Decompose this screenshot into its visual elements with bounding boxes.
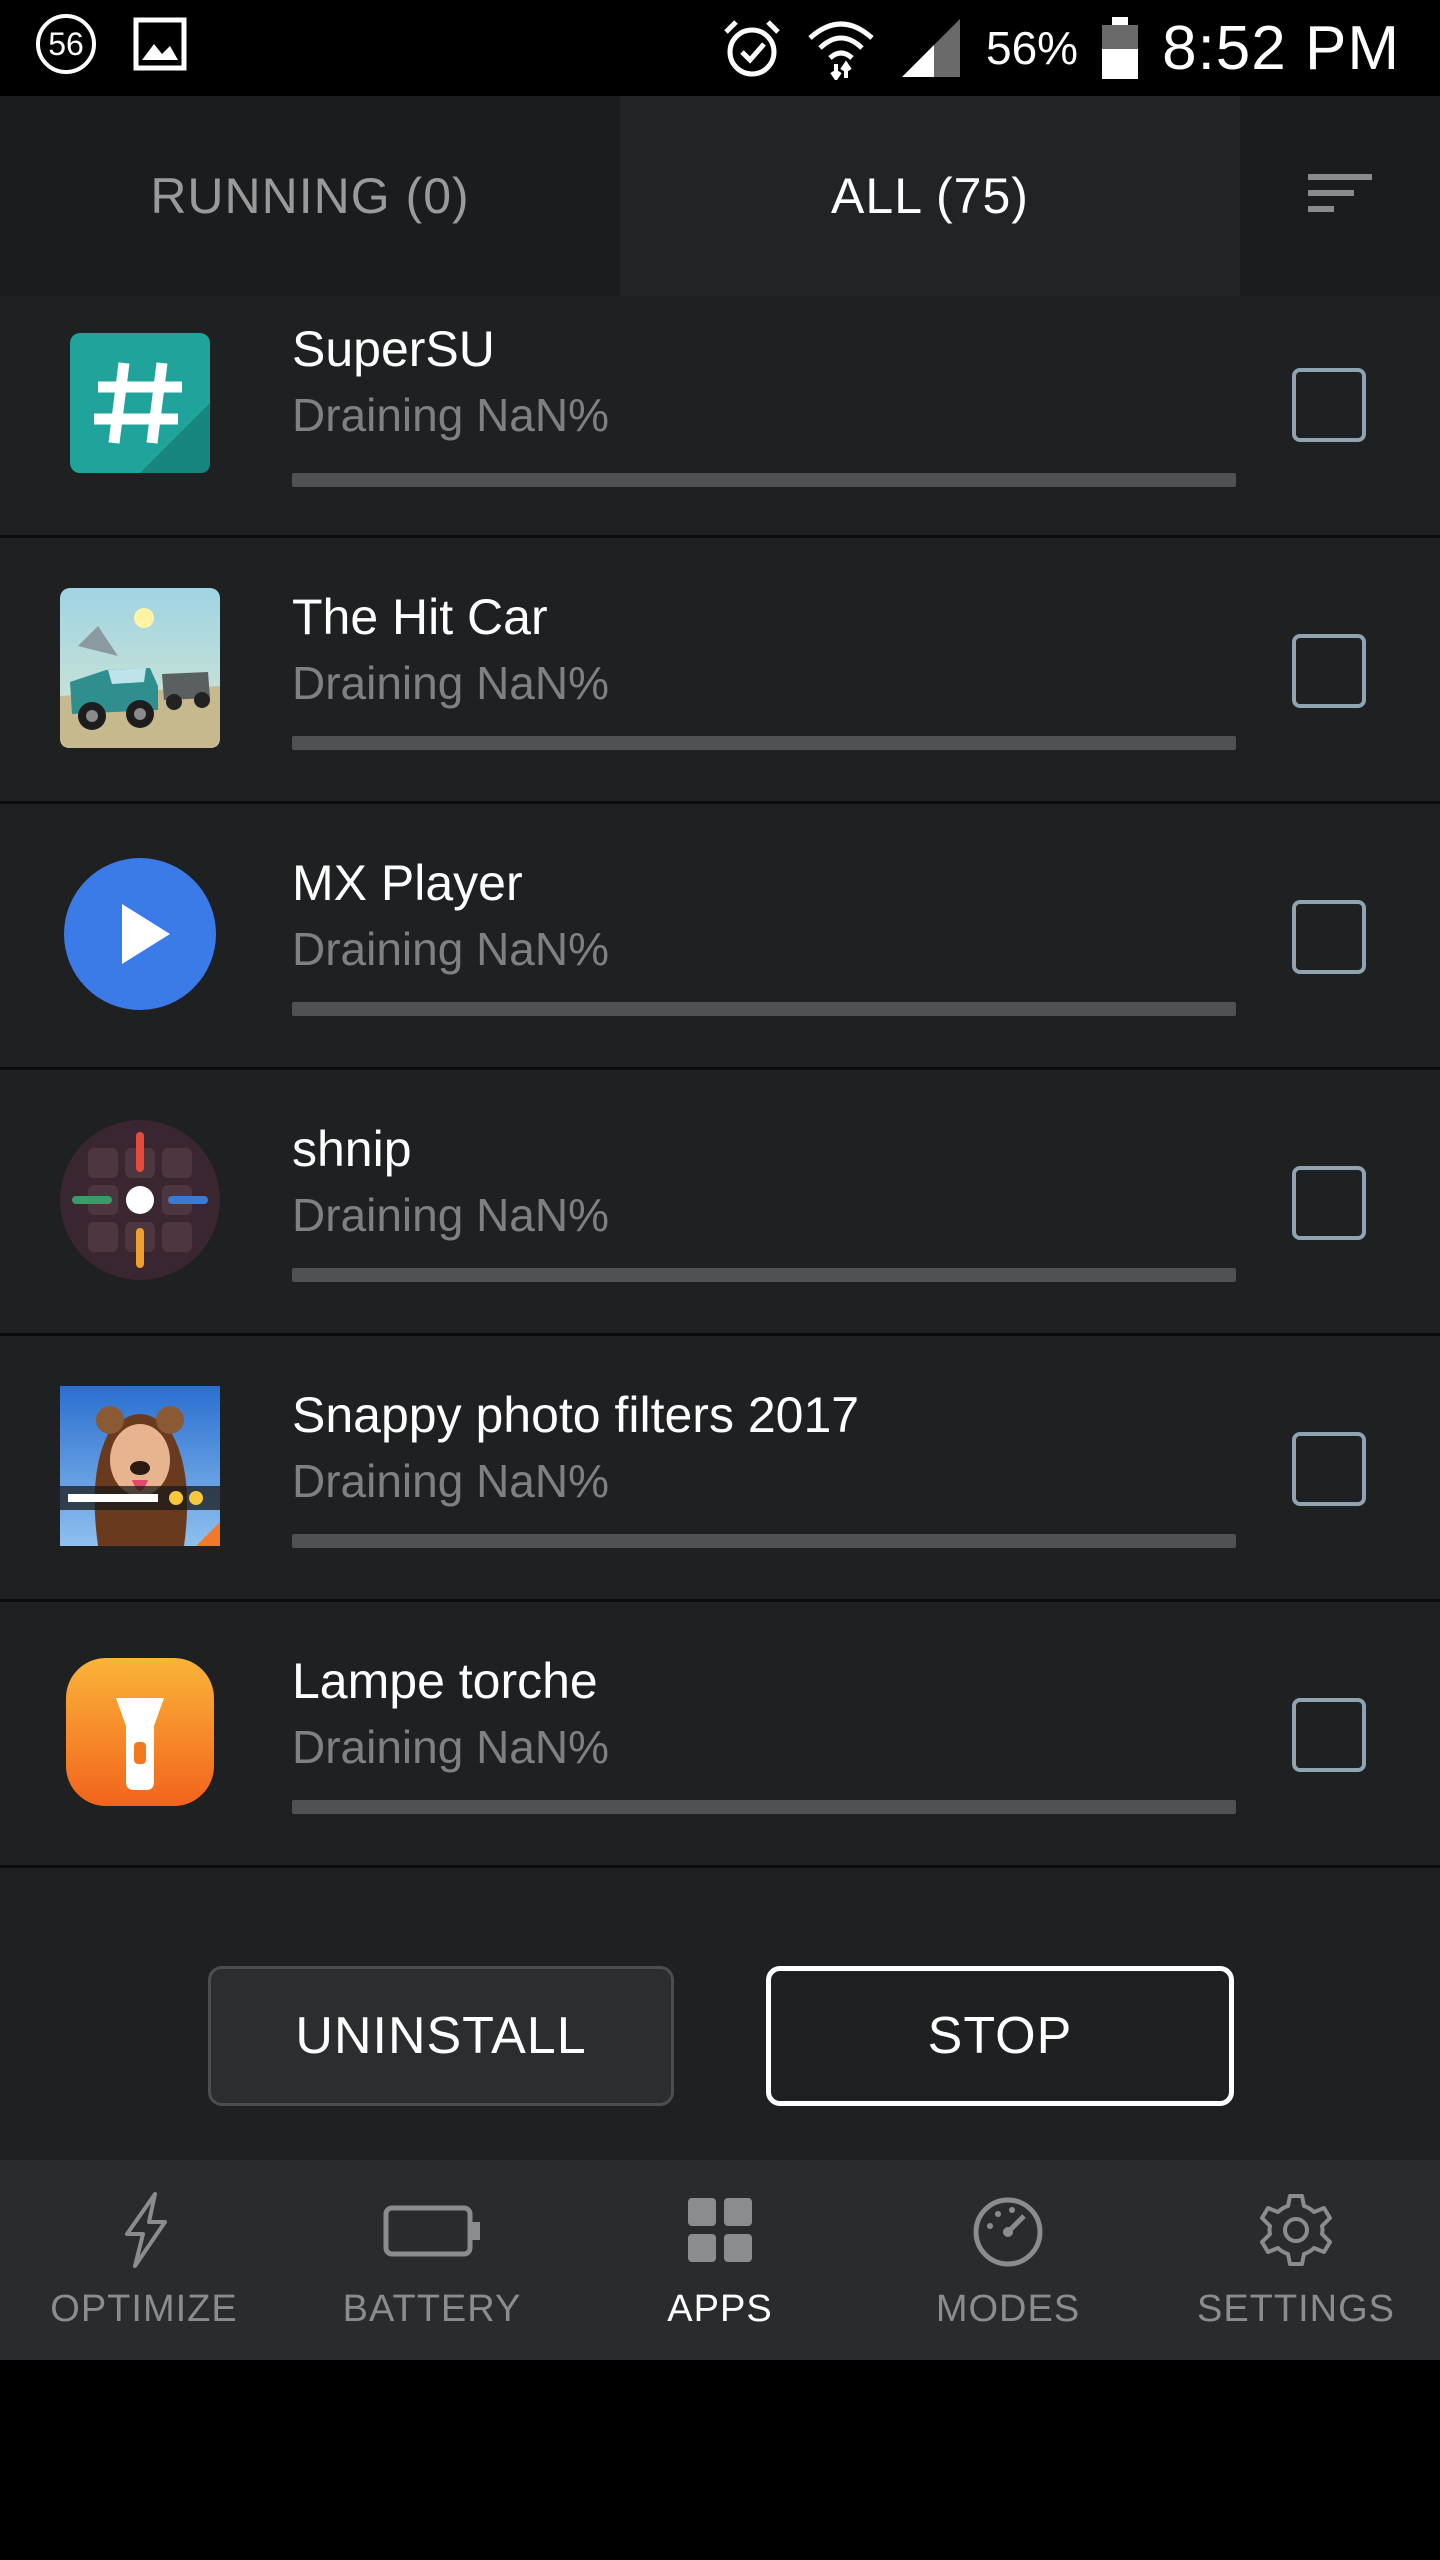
gauge-icon (973, 2197, 1043, 2267)
battery-percent: 56% (986, 22, 1079, 74)
nav-optimize-label: OPTIMIZE (50, 2288, 238, 2330)
drain-status: Draining NaN% (292, 657, 610, 709)
notification-count: 56 (48, 25, 84, 62)
select-checkbox[interactable] (1292, 900, 1366, 974)
select-checkbox[interactable] (1292, 1432, 1366, 1506)
app-name: shnip (292, 1121, 412, 1177)
supersu-icon (58, 321, 222, 485)
lightning-icon (125, 2192, 167, 2268)
drain-status: Draining NaN% (292, 1189, 610, 1241)
drain-progress-bar (292, 1800, 1236, 1814)
nav-settings-label: SETTINGS (1196, 2288, 1396, 2330)
drain-progress-bar (292, 473, 1236, 487)
nav-apps-label: APPS (667, 2288, 773, 2330)
nav-battery[interactable]: BATTERY (288, 2160, 576, 2360)
nav-modes[interactable]: MODES (864, 2160, 1152, 2360)
mx-player-icon (58, 852, 222, 1016)
drain-progress-bar (292, 1534, 1236, 1548)
drain-progress-bar (292, 1002, 1236, 1016)
action-bar: UNINSTALL STOP (0, 1870, 1440, 2160)
status-bar: 56 56% 8:52 PM (0, 0, 1440, 96)
nav-optimize[interactable]: OPTIMIZE (0, 2160, 288, 2360)
flashlight-icon (58, 1650, 222, 1814)
nav-battery-label: BATTERY (342, 2288, 522, 2330)
select-checkbox[interactable] (1292, 368, 1366, 442)
nav-settings[interactable]: SETTINGS (1152, 2160, 1440, 2360)
battery-icon (1100, 15, 1140, 81)
black-area (0, 2360, 1440, 2560)
drain-progress-bar (292, 736, 1236, 750)
drain-status: Draining NaN% (292, 1721, 610, 1773)
app-name: Snappy photo filters 2017 (292, 1387, 860, 1443)
app-name: Lampe torche (292, 1653, 598, 1709)
list-item[interactable]: shnip Draining NaN% (0, 1070, 1440, 1336)
alarm-icon (720, 16, 784, 80)
app-name: MX Player (292, 855, 523, 911)
apps-grid-icon (688, 2198, 752, 2262)
filter-tabs: RUNNING (0) ALL (75) (0, 96, 1440, 296)
drain-status: Draining NaN% (292, 923, 610, 975)
nav-modes-label: MODES (935, 2288, 1081, 2330)
select-checkbox[interactable] (1292, 634, 1366, 708)
clock-time: 8:52 PM (1162, 13, 1400, 83)
drain-progress-bar (292, 1268, 1236, 1282)
snappy-photo-icon (58, 1384, 222, 1548)
stop-button[interactable]: STOP (766, 1966, 1234, 2106)
list-item[interactable]: Snappy photo filters 2017 Draining NaN% (0, 1336, 1440, 1602)
signal-icon (898, 15, 964, 81)
drain-status: Draining NaN% (292, 389, 610, 441)
shnip-icon (58, 1118, 222, 1282)
wifi-icon (806, 16, 876, 80)
list-item[interactable]: MX Player Draining NaN% (0, 804, 1440, 1070)
list-item[interactable]: SuperSU Draining NaN% (0, 296, 1440, 538)
select-checkbox[interactable] (1292, 1166, 1366, 1240)
list-item[interactable]: The Hit Car Draining NaN% (0, 538, 1440, 804)
app-name: The Hit Car (292, 589, 548, 645)
drain-status: Draining NaN% (292, 1455, 610, 1507)
notification-count-badge: 56 (36, 14, 96, 74)
tab-all[interactable]: ALL (75) (620, 96, 1240, 296)
uninstall-button[interactable]: UNINSTALL (208, 1966, 674, 2106)
tab-running[interactable]: RUNNING (0) (0, 96, 620, 296)
bottom-navigation: OPTIMIZE BATTERY APPS MODES SETTINGS (0, 2160, 1440, 2360)
gear-icon (1260, 2194, 1332, 2266)
image-notification-icon (132, 16, 188, 72)
hit-car-icon (58, 586, 222, 750)
select-checkbox[interactable] (1292, 1698, 1366, 1772)
app-name: SuperSU (292, 321, 495, 377)
nav-apps[interactable]: APPS (576, 2160, 864, 2360)
app-list[interactable]: SuperSU Draining NaN% The Hit Car Draini… (0, 296, 1440, 1870)
battery-outline-icon (383, 2205, 480, 2257)
sort-icon (1304, 170, 1376, 223)
list-item[interactable]: Lampe torche Draining NaN% (0, 1602, 1440, 1868)
sort-button[interactable] (1240, 96, 1440, 296)
